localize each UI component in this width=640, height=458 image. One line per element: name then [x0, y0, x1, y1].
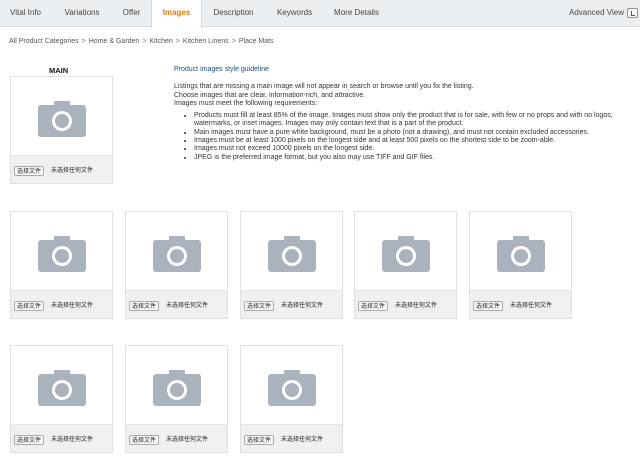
- camera-placeholder-icon: [497, 236, 545, 272]
- choose-file-button[interactable]: 选择文件: [129, 301, 160, 311]
- file-upload-bar: 选择文件 未选择任何文件: [241, 290, 342, 318]
- guideline-intro: Listings that are missing a main image w…: [174, 83, 474, 91]
- main-image-slot: 选择文件 未选择任何文件: [10, 76, 113, 184]
- breadcrumb-separator: >: [81, 38, 86, 45]
- image-slot: 选择文件 未选择任何文件: [10, 345, 113, 453]
- file-upload-bar: 选择文件 未选择任何文件: [241, 424, 342, 452]
- requirement-item: Products must fill at least 85% of the i…: [194, 112, 624, 129]
- breadcrumb-item[interactable]: Kitchen: [149, 38, 172, 45]
- camera-placeholder-icon: [153, 370, 201, 406]
- breadcrumb-separator: >: [142, 38, 147, 45]
- breadcrumb-item[interactable]: Kitchen Linens: [183, 38, 229, 45]
- file-upload-bar: 选择文件 未选择任何文件: [11, 424, 112, 452]
- camera-placeholder-icon: [382, 236, 430, 272]
- tab-offer[interactable]: Offer: [113, 0, 151, 27]
- camera-placeholder-icon: [268, 236, 316, 272]
- image-placeholder: [241, 212, 342, 292]
- image-placeholder: [241, 346, 342, 426]
- requirement-item: Images must not exceed 10000 pixels on t…: [194, 145, 624, 153]
- breadcrumb-item[interactable]: All Product Categories: [9, 38, 79, 45]
- choose-file-button[interactable]: 选择文件: [14, 435, 45, 445]
- guideline-intro: Images must meet the following requireme…: [174, 99, 318, 107]
- requirement-item: JPEG is the preferred image format, but …: [194, 154, 624, 162]
- image-slot: 选择文件 未选择任何文件: [240, 211, 343, 319]
- guideline-intro: Choose images that are clear, informatio…: [174, 91, 366, 99]
- choose-file-button[interactable]: 选择文件: [14, 301, 45, 311]
- image-slot: 选择文件 未选择任何文件: [354, 211, 457, 319]
- choose-file-button[interactable]: 选择文件: [244, 435, 275, 445]
- file-status-text: 未选择任何文件: [166, 302, 209, 309]
- file-status-text: 未选择任何文件: [51, 436, 94, 443]
- file-upload-bar: 选择文件 未选择任何文件: [11, 290, 112, 318]
- requirement-item: Images must be at least 1000 pixels on t…: [194, 137, 624, 145]
- file-status-text: 未选择任何文件: [395, 302, 438, 309]
- image-placeholder: [470, 212, 571, 292]
- tab-variations[interactable]: Variations: [52, 0, 113, 27]
- file-status-text: 未选择任何文件: [51, 302, 94, 309]
- camera-placeholder-icon: [153, 236, 201, 272]
- guideline-title[interactable]: Product images style guideline: [174, 66, 624, 74]
- checkbox-toggle-icon[interactable]: [627, 8, 638, 18]
- camera-placeholder-icon: [268, 370, 316, 406]
- choose-file-button[interactable]: 选择文件: [473, 301, 504, 311]
- tab-keywords[interactable]: Keywords: [266, 0, 324, 27]
- file-upload-bar: 选择文件 未选择任何文件: [470, 290, 571, 318]
- file-status-text: 未选择任何文件: [51, 167, 94, 174]
- image-style-guideline: Product images style guideline Listings …: [174, 66, 624, 162]
- file-status-text: 未选择任何文件: [510, 302, 553, 309]
- image-slot: 选择文件 未选择任何文件: [469, 211, 572, 319]
- tab-images[interactable]: Images: [151, 0, 202, 28]
- image-slot: 选择文件 未选择任何文件: [125, 211, 228, 319]
- tab-description[interactable]: Description: [202, 0, 266, 27]
- breadcrumb-item[interactable]: Place Mats: [239, 38, 274, 45]
- camera-placeholder-icon: [38, 101, 86, 137]
- tab-bar: Vital Info Variations Offer Images Descr…: [0, 0, 640, 28]
- image-placeholder: [11, 346, 112, 426]
- requirement-item: Main images must have a pure white backg…: [194, 129, 624, 137]
- tab-more-details[interactable]: More Details: [324, 0, 390, 27]
- breadcrumb-item[interactable]: Home & Garden: [89, 38, 140, 45]
- image-slot: 选择文件 未选择任何文件: [10, 211, 113, 319]
- advanced-view-label[interactable]: Advanced View: [569, 0, 624, 27]
- camera-placeholder-icon: [38, 370, 86, 406]
- camera-placeholder-icon: [38, 236, 86, 272]
- choose-file-button[interactable]: 选择文件: [14, 166, 45, 176]
- breadcrumb-separator: >: [175, 38, 180, 45]
- image-placeholder: [11, 77, 112, 157]
- choose-file-button[interactable]: 选择文件: [244, 301, 275, 311]
- image-placeholder: [355, 212, 456, 292]
- choose-file-button[interactable]: 选择文件: [358, 301, 389, 311]
- file-upload-bar: 选择文件 未选择任何文件: [11, 155, 112, 183]
- breadcrumb: All Product Categories > Home & Garden > Kit…: [9, 38, 274, 45]
- breadcrumb-separator: >: [231, 38, 236, 45]
- tab-vital-info[interactable]: Vital Info: [0, 0, 52, 27]
- image-placeholder: [126, 212, 227, 292]
- file-upload-bar: 选择文件 未选择任何文件: [355, 290, 456, 318]
- image-slot: 选择文件 未选择任何文件: [125, 345, 228, 453]
- file-status-text: 未选择任何文件: [166, 436, 209, 443]
- image-placeholder: [126, 346, 227, 426]
- main-image-label: MAIN: [49, 66, 69, 75]
- image-slot: 选择文件 未选择任何文件: [240, 345, 343, 453]
- requirements-list: Products must fill at least 85% of the i…: [174, 112, 624, 162]
- image-placeholder: [11, 212, 112, 292]
- file-status-text: 未选择任何文件: [281, 436, 324, 443]
- choose-file-button[interactable]: 选择文件: [129, 435, 160, 445]
- file-status-text: 未选择任何文件: [281, 302, 324, 309]
- file-upload-bar: 选择文件 未选择任何文件: [126, 424, 227, 452]
- file-upload-bar: 选择文件 未选择任何文件: [126, 290, 227, 318]
